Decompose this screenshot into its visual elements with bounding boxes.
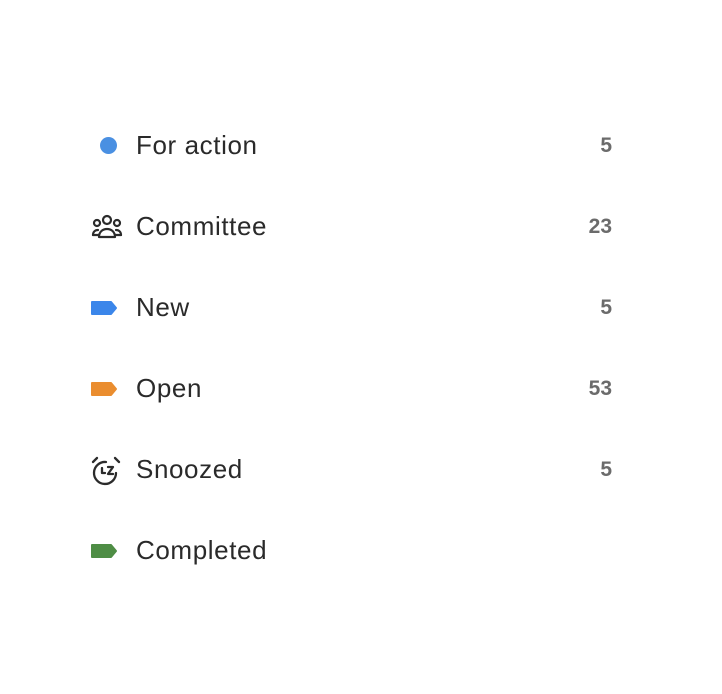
folder-list: For action 5 Committee 23 New 5 Open 53 …	[90, 105, 614, 591]
tag-icon	[90, 371, 136, 407]
nav-item-count: 5	[600, 295, 612, 319]
people-group-icon	[90, 209, 136, 245]
nav-item-committee[interactable]: Committee 23	[90, 186, 614, 267]
nav-item-count: 53	[588, 376, 612, 400]
nav-item-label: For action	[136, 130, 258, 160]
tag-icon	[90, 290, 136, 326]
nav-item-label: Open	[136, 373, 203, 403]
nav-item-new[interactable]: New 5	[90, 267, 614, 348]
nav-item-for-action[interactable]: For action 5	[90, 105, 614, 186]
nav-item-count: 5	[600, 133, 612, 157]
tag-icon	[90, 533, 136, 569]
nav-item-snoozed[interactable]: Snoozed 5	[90, 429, 614, 510]
nav-item-label: Snoozed	[136, 454, 243, 484]
nav-item-completed[interactable]: Completed	[90, 510, 614, 591]
nav-item-open[interactable]: Open 53	[90, 348, 614, 429]
nav-item-label: New	[136, 292, 190, 322]
nav-item-label: Completed	[136, 535, 268, 565]
nav-item-count: 5	[600, 457, 612, 481]
nav-item-label: Committee	[136, 211, 268, 241]
snooze-alarm-icon	[90, 452, 136, 488]
nav-item-count: 23	[588, 214, 612, 238]
dot-icon	[90, 128, 136, 164]
